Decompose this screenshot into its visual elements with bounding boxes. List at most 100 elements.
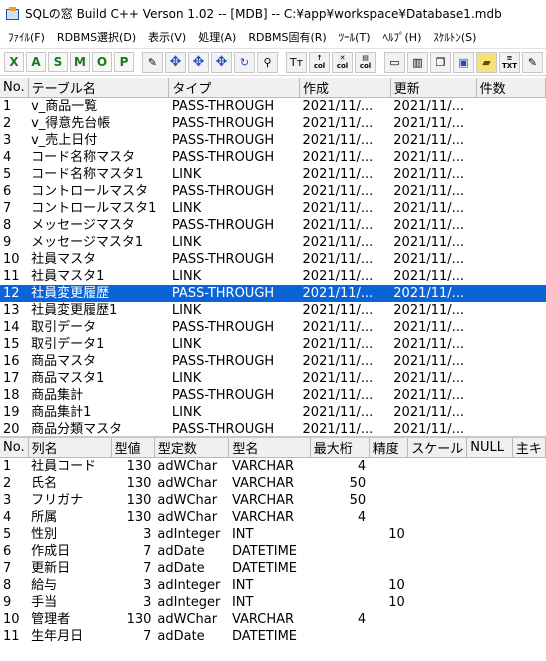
table-row[interactable]: 14 取引データ PASS-THROUGH 2021/11/... 2021/11/..… bbox=[0, 319, 546, 336]
toolbar-move-icon[interactable]: ✥ bbox=[165, 51, 186, 73]
toolbar-s-button[interactable]: S bbox=[48, 52, 68, 72]
table-row[interactable]: 20 商品分類マスタ PASS-THROUGH 2021/11/... 2021/11/… bbox=[0, 421, 546, 436]
table-cell bbox=[476, 421, 545, 436]
tables-header-3[interactable]: 作成 bbox=[299, 78, 391, 98]
toolbar-o-button[interactable]: O bbox=[92, 52, 112, 72]
table-row[interactable]: 18 商品集計 PASS-THROUGH 2021/11/... 2021/11/... bbox=[0, 387, 546, 404]
table-cell bbox=[310, 543, 369, 560]
table-row[interactable]: 3 v_売上日付 PASS-THROUGH 2021/11/... 2021/11/..… bbox=[0, 132, 546, 149]
table-row[interactable]: 16 商品マスタ PASS-THROUGH 2021/11/... 2021/11/..… bbox=[0, 353, 546, 370]
table-row[interactable]: 7 コントロールマスタ1 LINK 2021/11/... 2021/11/... bbox=[0, 200, 546, 217]
tables-header-5[interactable]: 件数 bbox=[476, 78, 546, 98]
table-row[interactable]: 5 コード名称マスタ1 LINK 2021/11/... 2021/11/... bbox=[0, 166, 546, 183]
toolbar-expand-icon[interactable]: ✥ bbox=[188, 51, 209, 73]
table-row[interactable]: 15 取引データ1 LINK 2021/11/... 2021/11/... bbox=[0, 336, 546, 353]
table-cell: VARCHAR bbox=[231, 493, 295, 508]
tables-header-4[interactable]: 更新 bbox=[390, 78, 477, 98]
table-cell: adWChar bbox=[157, 510, 218, 525]
toolbar-p-button[interactable]: P bbox=[114, 52, 134, 72]
toolbar-x-button[interactable]: X bbox=[4, 52, 24, 72]
table-cell: 7 bbox=[3, 201, 12, 216]
table-row[interactable]: 8 メッセージマスタ PASS-THROUGH 2021/11/... 2021/11/… bbox=[0, 217, 546, 234]
table-row[interactable]: 4 所属 130 adWChar VARCHAR 4 bbox=[0, 509, 546, 526]
toolbar-window-icon[interactable]: ▭ bbox=[384, 51, 405, 73]
table-row[interactable]: 6 作成日 7 adDate DATETIME bbox=[0, 543, 546, 560]
menu-rdbms-select[interactable]: RDBMS選択(D) bbox=[51, 29, 142, 45]
table-row[interactable]: 6 コントロールマスタ PASS-THROUGH 2021/11/... 2021/11… bbox=[0, 183, 546, 200]
toolbar-copy-icon[interactable]: ❐ bbox=[430, 51, 451, 73]
toolbar-col-icon[interactable]: ↑ col bbox=[309, 51, 330, 73]
table-row[interactable]: 12 社員変更履歴 PASS-THROUGH 2021/11/... 2021/11/.… bbox=[0, 285, 546, 302]
table-cell bbox=[369, 611, 408, 628]
table-cell bbox=[369, 475, 408, 492]
table-row[interactable]: 19 商品集計1 LINK 2021/11/... 2021/11/... bbox=[0, 404, 546, 421]
table-row[interactable]: 17 商品マスタ1 LINK 2021/11/... 2021/11/... bbox=[0, 370, 546, 387]
table-cell: 10 bbox=[3, 252, 20, 267]
columns-table: No. 列名 型値 型定数 型名 最大桁 精度 スケール NULL 主キ 1 社員コード 130 adW… bbox=[0, 438, 546, 645]
table-row[interactable]: 3 フリガナ 130 adWChar VARCHAR 50 bbox=[0, 492, 546, 509]
table-row[interactable]: 13 社員変更履歴1 LINK 2021/11/... 2021/11/... bbox=[0, 302, 546, 319]
toolbar-save-icon[interactable]: ▣ bbox=[453, 51, 474, 73]
table-cell: 7 bbox=[3, 561, 12, 576]
columns-header-1[interactable]: 列名 bbox=[28, 438, 112, 458]
table-cell: VARCHAR bbox=[231, 612, 295, 627]
toolbar-edit-icon[interactable]: ✎ bbox=[142, 51, 163, 73]
table-row[interactable]: 5 性別 3 adInteger INT 10 bbox=[0, 526, 546, 543]
toolbar-collapse-icon[interactable]: ✥ bbox=[211, 51, 232, 73]
columns-header-3[interactable]: 型定数 bbox=[154, 438, 230, 458]
table-row[interactable]: 4 コード名称マスタ PASS-THROUGH 2021/11/... 2021/11/… bbox=[0, 149, 546, 166]
table-row[interactable]: 8 給与 3 adInteger INT 10 bbox=[0, 577, 546, 594]
columns-header-8[interactable]: NULL bbox=[466, 438, 513, 458]
toolbar-search-icon[interactable]: ⚲ bbox=[257, 51, 278, 73]
toolbar-m-button[interactable]: M bbox=[70, 52, 90, 72]
toolbar-open-folder-icon[interactable]: ▰ bbox=[476, 51, 497, 73]
table-row[interactable]: 2 v_得意先台帳 PASS-THROUGH 2021/11/... 2021/11/.… bbox=[0, 115, 546, 132]
table-cell: 2021/11/... bbox=[390, 285, 477, 302]
toolbar-refresh-icon[interactable]: ↻ bbox=[234, 51, 255, 73]
columns-header-0[interactable]: No. bbox=[0, 438, 29, 458]
toolbar-txt-icon[interactable]: ≡ TXT bbox=[499, 51, 520, 73]
columns-header-4[interactable]: 型名 bbox=[228, 438, 311, 458]
table-row[interactable]: 7 更新日 7 adDate DATETIME bbox=[0, 560, 546, 577]
table-row[interactable]: 2 氏名 130 adWChar VARCHAR 50 bbox=[0, 475, 546, 492]
menu-file[interactable]: ﾌｧｲﾙ(F) bbox=[2, 29, 51, 45]
menu-tools[interactable]: ﾂｰﾙ(T) bbox=[333, 29, 377, 45]
table-cell: 17 bbox=[3, 371, 20, 386]
columns-header-2[interactable]: 型値 bbox=[111, 438, 155, 458]
table-row[interactable]: 1 社員コード 130 adWChar VARCHAR 4 bbox=[0, 458, 546, 476]
toolbar-edit2-icon[interactable]: ✎ bbox=[522, 51, 543, 73]
toolbar-col-format-icon[interactable]: ▤ col bbox=[355, 51, 376, 73]
table-cell: 1 bbox=[3, 459, 12, 474]
table-row[interactable]: 11 生年月日 7 adDate DATETIME bbox=[0, 628, 546, 645]
menu-view[interactable]: 表示(V) bbox=[142, 29, 192, 45]
columns-header-5[interactable]: 最大桁 bbox=[310, 438, 370, 458]
table-cell bbox=[512, 509, 545, 526]
toolbar-a-button[interactable]: A bbox=[26, 52, 46, 72]
toolbar-font-icon[interactable]: Tт bbox=[286, 51, 307, 73]
columns-header-9[interactable]: 主キ bbox=[512, 438, 546, 458]
tables-header-1[interactable]: テーブル名 bbox=[28, 78, 170, 98]
table-row[interactable]: 1 v_商品一覧 PASS-THROUGH 2021/11/... 2021/11/..… bbox=[0, 98, 546, 116]
columns-header-6[interactable]: 精度 bbox=[369, 438, 409, 458]
menu-help[interactable]: ﾍﾙﾌﾟ(H) bbox=[377, 29, 428, 45]
table-row[interactable]: 9 メッセージマスタ1 LINK 2021/11/... 2021/11/... bbox=[0, 234, 546, 251]
table-row[interactable]: 11 社員マスタ1 LINK 2021/11/... 2021/11/... bbox=[0, 268, 546, 285]
table-cell bbox=[408, 577, 467, 594]
table-cell bbox=[476, 353, 545, 370]
table-cell: 社員変更履歴1 bbox=[31, 303, 118, 318]
table-row[interactable]: 10 管理者 130 adWChar VARCHAR 4 bbox=[0, 611, 546, 628]
table-cell: adInteger bbox=[157, 527, 221, 542]
tables-header-0[interactable]: No. bbox=[0, 78, 29, 98]
toolbar-chart-icon[interactable]: ▥ bbox=[407, 51, 428, 73]
menu-process[interactable]: 処理(A) bbox=[192, 29, 242, 45]
table-cell bbox=[512, 594, 545, 611]
tables-header-2[interactable]: タイプ bbox=[168, 78, 301, 98]
menu-rdbms-specific[interactable]: RDBMS固有(R) bbox=[242, 29, 332, 45]
toolbar-col-delete-icon[interactable]: ✕ col bbox=[332, 51, 353, 73]
tables-header-row: No. テーブル名 タイプ 作成 更新 件数 bbox=[0, 78, 546, 98]
table-cell: 作成日 bbox=[31, 544, 71, 559]
table-row[interactable]: 10 社員マスタ PASS-THROUGH 2021/11/... 2021/11/..… bbox=[0, 251, 546, 268]
table-row[interactable]: 9 手当 3 adInteger INT 10 bbox=[0, 594, 546, 611]
columns-header-7[interactable]: スケール bbox=[407, 438, 468, 458]
menu-skeleton[interactable]: ｽｹﾙﾄﾝ(S) bbox=[427, 29, 482, 45]
